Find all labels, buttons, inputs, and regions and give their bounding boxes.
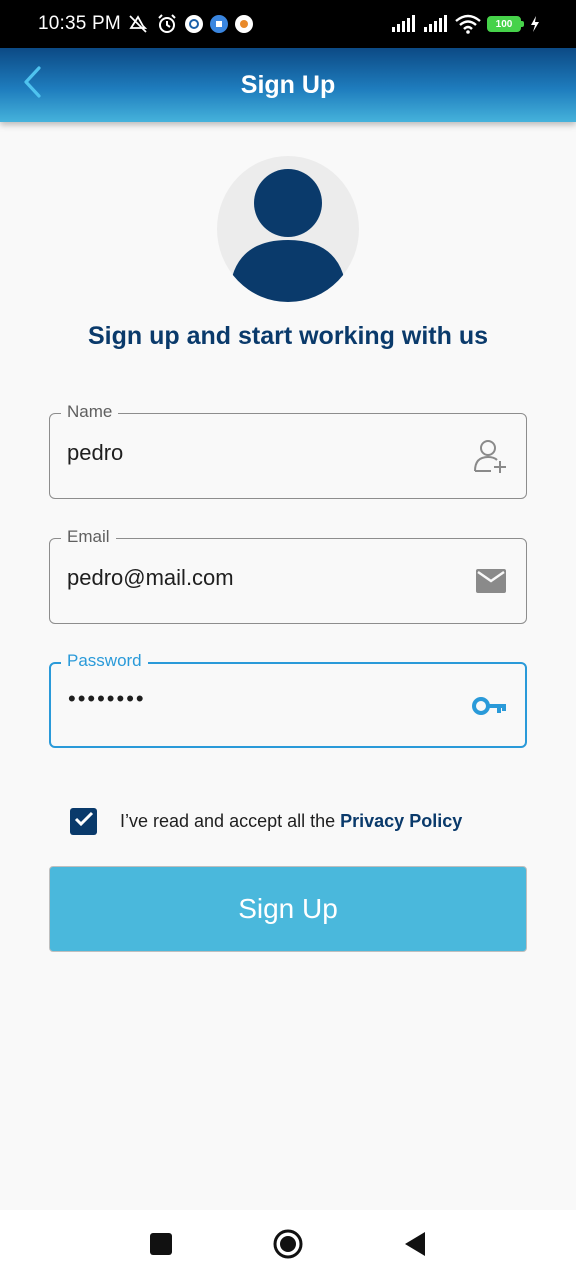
password-field-value[interactable]: •••••••• <box>68 686 146 712</box>
app-icon-2 <box>209 15 228 33</box>
status-system-icons: 100 <box>391 14 540 34</box>
privacy-text-label: I’ve read and accept all the <box>120 811 341 831</box>
status-notification-icons <box>127 13 253 35</box>
sign-up-button[interactable]: Sign Up <box>49 866 527 952</box>
name-field[interactable]: Name pedro <box>49 402 527 499</box>
alarm-icon <box>156 13 178 35</box>
home-button[interactable] <box>271 1229 305 1263</box>
privacy-checkbox[interactable] <box>70 808 97 835</box>
recents-button[interactable] <box>144 1229 178 1263</box>
signup-headline: Sign up and start working with us <box>87 322 488 350</box>
system-nav-bar <box>0 1210 576 1280</box>
back-button[interactable] <box>12 64 52 104</box>
name-field-value[interactable]: pedro <box>67 440 123 466</box>
privacy-row: I’ve read and accept all the Privacy Pol… <box>70 808 462 835</box>
mute-icon <box>127 14 149 34</box>
avatar[interactable] <box>217 156 359 302</box>
page-title: Sign Up <box>240 70 336 99</box>
square-icon <box>149 1232 173 1261</box>
name-field-label: Name <box>61 402 119 422</box>
add-user-icon <box>472 437 510 475</box>
key-icon[interactable] <box>471 687 509 725</box>
app-bar: Sign Up <box>0 48 576 122</box>
charging-icon <box>530 16 540 32</box>
triangle-back-icon <box>403 1231 427 1262</box>
email-field[interactable]: Email pedro@mail.com <box>49 527 527 624</box>
email-field-value[interactable]: pedro@mail.com <box>67 565 234 591</box>
user-silhouette-icon <box>229 169 347 302</box>
home-circle-icon <box>272 1228 304 1265</box>
back-nav-button[interactable] <box>398 1229 432 1263</box>
password-field[interactable]: Password •••••••• <box>49 651 527 748</box>
app-icon-3 <box>234 15 253 33</box>
privacy-policy-link[interactable]: Privacy Policy <box>340 811 462 831</box>
status-bar: 10:35 PM 100 <box>0 0 576 48</box>
checkmark-icon <box>74 811 94 832</box>
wifi-icon <box>455 14 481 34</box>
email-field-label: Email <box>61 527 116 547</box>
app-icon-1 <box>184 15 203 33</box>
status-time: 10:35 PM <box>38 13 121 34</box>
signal-icon <box>391 15 417 33</box>
signal-icon <box>423 15 449 33</box>
chevron-left-icon <box>21 65 43 104</box>
privacy-text: I’ve read and accept all the Privacy Pol… <box>120 811 462 832</box>
battery-icon: 100 <box>487 16 524 32</box>
password-field-label: Password <box>61 651 148 671</box>
mail-icon <box>472 562 510 600</box>
